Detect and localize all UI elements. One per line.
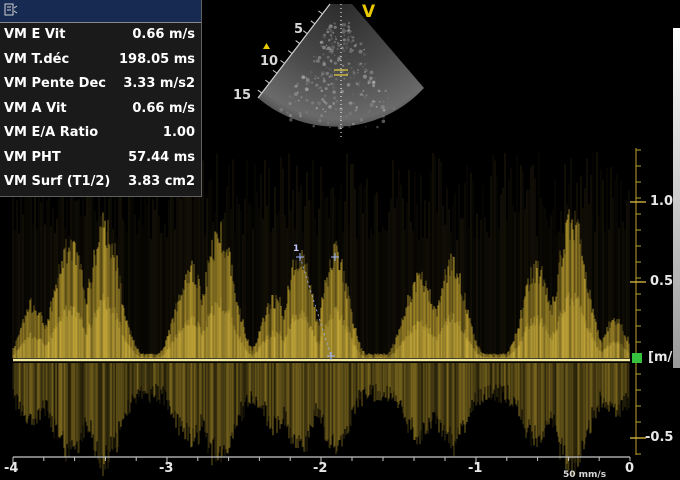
- time-tick-0: 0: [625, 461, 635, 476]
- measurement-value: 0.66 m/s: [132, 100, 195, 116]
- measurement-label: VM E/A Ratio: [4, 125, 99, 140]
- measurement-label: VM Pente Dec: [4, 76, 106, 91]
- measurement-row: VM E/A Ratio 1.00: [0, 121, 201, 146]
- measurement-label: VM T.déc: [4, 51, 70, 67]
- measurement-panel-header[interactable]: [0, 0, 201, 23]
- velocity-tick-1-0: 1.0: [650, 194, 674, 209]
- orientation-marker: V: [362, 2, 376, 22]
- measurement-label: VM PHT: [4, 149, 61, 165]
- focus-marker: [263, 43, 270, 49]
- time-tick-minus-1: -1: [468, 461, 483, 476]
- time-tick-minus-4: -4: [4, 461, 19, 476]
- time-tick-minus-2: -2: [313, 461, 328, 476]
- measurement-label: VM A Vit: [4, 100, 67, 116]
- measurement-row: VM T.déc 198.05 ms: [0, 48, 201, 73]
- depth-label-5: 5: [294, 22, 304, 37]
- ultrasound-screen: 5 10 15 V VM E Vit 0.66 m/s VM T.déc 198.05…: [0, 0, 680, 480]
- measurement-value: 57.44 ms: [128, 149, 195, 165]
- measurement-row: VM Pente Dec 3.33 m/s2: [0, 72, 201, 97]
- velocity-tick-0-5: 0.5: [650, 274, 674, 289]
- measurement-row: VM A Vit 0.66 m/s: [0, 97, 201, 122]
- measurement-row: VM E Vit 0.66 m/s: [0, 23, 201, 48]
- measurement-value: 198.05 ms: [119, 51, 195, 67]
- measurement-label: VM Surf (T1/2): [4, 174, 111, 189]
- caliper-label: 1: [293, 244, 300, 254]
- measurement-value: 3.83 cm2: [128, 174, 195, 189]
- baseline-zero-marker[interactable]: [632, 353, 642, 363]
- measurement-label: VM E Vit: [4, 27, 66, 42]
- depth-label-10: 10: [260, 54, 279, 69]
- measurement-value: 1.00: [162, 125, 195, 140]
- measurement-row: VM PHT 57.44 ms: [0, 146, 201, 171]
- measurement-value: 3.33 m/s2: [123, 76, 195, 91]
- depth-label-15: 15: [233, 88, 252, 103]
- measurement-report-icon[interactable]: [4, 3, 18, 17]
- measurement-panel: VM E Vit 0.66 m/s VM T.déc 198.05 ms VM Pent…: [0, 0, 202, 197]
- measurement-row: VM Surf (T1/2) 3.83 cm2: [0, 170, 201, 195]
- measurement-value: 0.66 m/s: [132, 27, 195, 42]
- velocity-minor-ticks: [630, 149, 646, 455]
- gray-scale-bar: [673, 28, 680, 368]
- velocity-tick-minus-0-5: -0.5: [645, 430, 674, 445]
- time-tick-minus-3: -3: [159, 461, 174, 476]
- sweep-speed-label: 50 mm/s: [563, 470, 607, 480]
